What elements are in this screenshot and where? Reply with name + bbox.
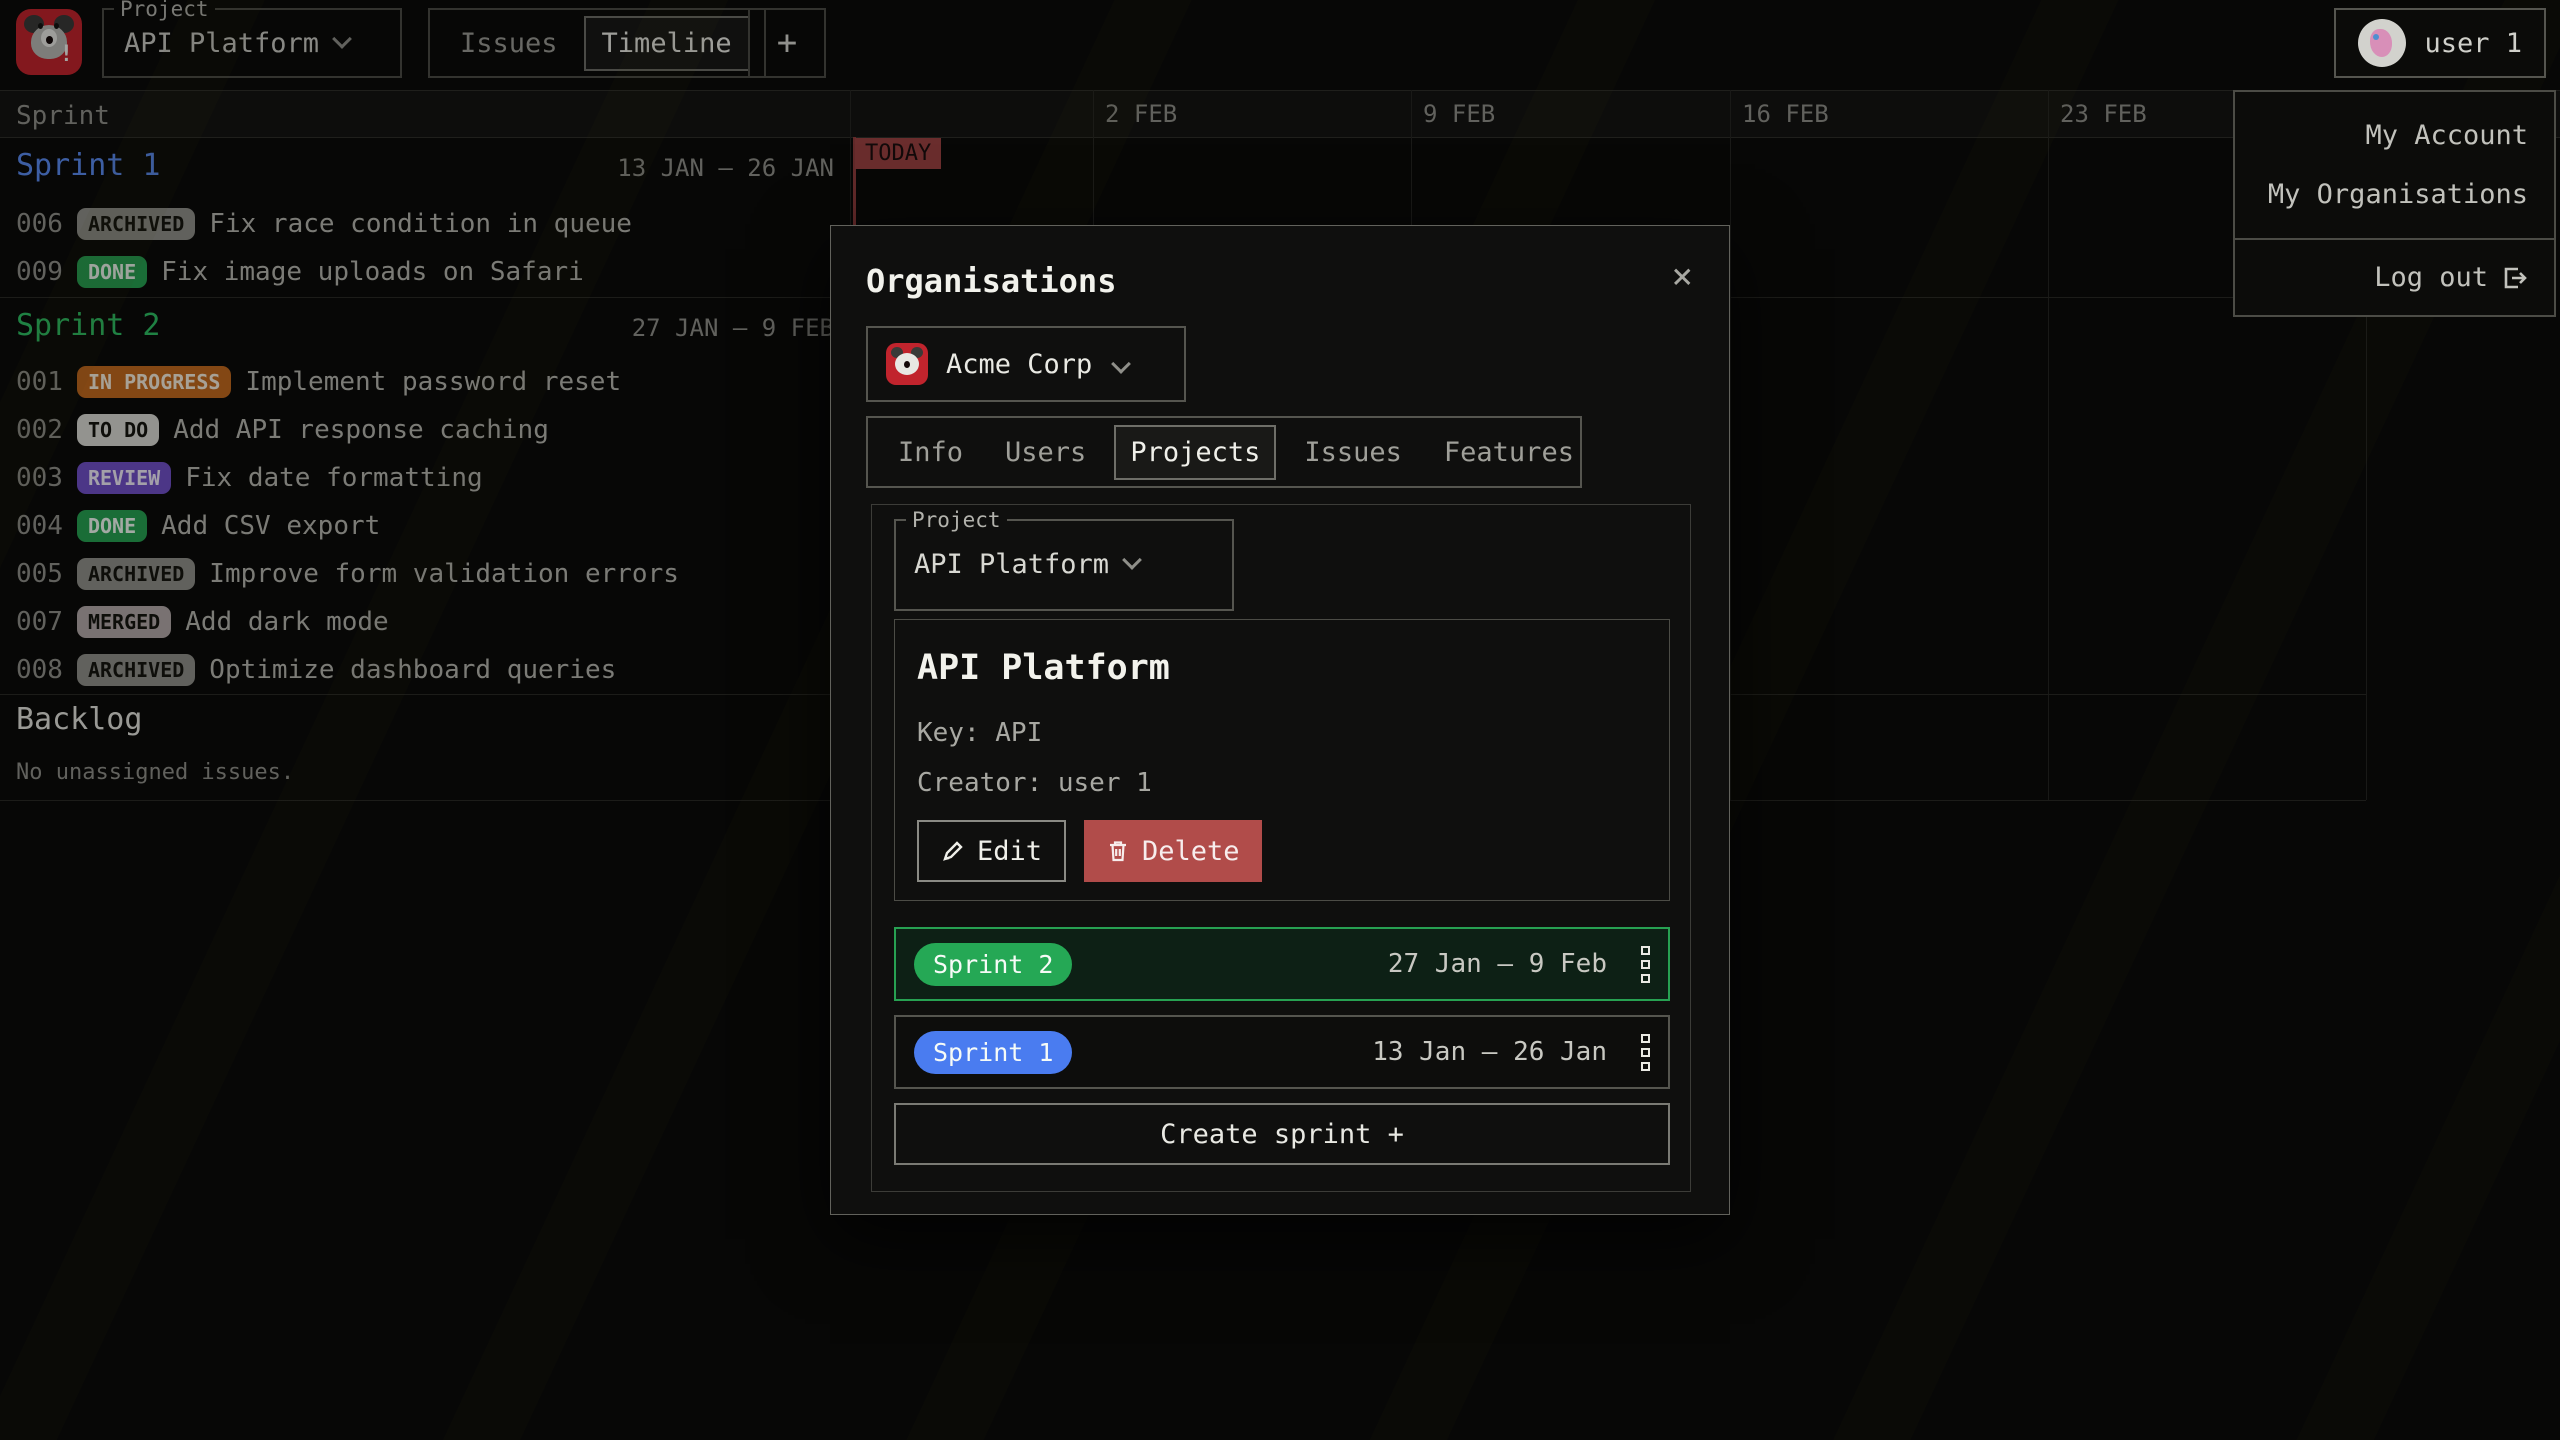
kebab-menu-icon[interactable] — [1641, 1034, 1650, 1071]
menu-item-my-account[interactable]: My Account — [2235, 106, 2554, 165]
pencil-icon — [941, 839, 965, 863]
kebab-menu-icon[interactable] — [1641, 946, 1650, 983]
user-name: user 1 — [2424, 28, 2522, 59]
delete-button[interactable]: Delete — [1084, 820, 1262, 882]
menu-item-my-organisations[interactable]: My Organisations — [2235, 165, 2554, 224]
project-card-title: API Platform — [917, 648, 1170, 688]
tab-projects[interactable]: Projects — [1114, 425, 1276, 480]
avatar — [2358, 19, 2406, 67]
sprint-dates: 13 Jan – 26 Jan — [1372, 1037, 1607, 1067]
organisations-modal: Organisations × Acme Corp Info Users Pro… — [830, 225, 1730, 1215]
modal-project-selector-label: Project — [906, 508, 1007, 532]
project-card: API Platform Key: API Creator: user 1 Ed… — [894, 619, 1670, 901]
chevron-down-icon — [1122, 550, 1142, 570]
tab-info[interactable]: Info — [884, 427, 977, 478]
trash-icon — [1106, 839, 1130, 863]
modal-title: Organisations — [866, 262, 1116, 300]
tab-users[interactable]: Users — [991, 427, 1100, 478]
chevron-down-icon — [1111, 354, 1131, 374]
logout-icon — [2502, 265, 2528, 291]
user-dropdown-menu: My Account My Organisations Log out — [2233, 90, 2556, 317]
sprint-pill: Sprint 2 — [914, 943, 1072, 986]
user-menu-button[interactable]: user 1 — [2334, 8, 2546, 78]
create-sprint-button[interactable]: Create sprint + — [894, 1103, 1670, 1165]
sprint-list-item[interactable]: Sprint 1 13 Jan – 26 Jan — [894, 1015, 1670, 1089]
sprint-pill: Sprint 1 — [914, 1031, 1072, 1074]
modal-tabs: Info Users Projects Issues Features — [866, 416, 1582, 488]
edit-button[interactable]: Edit — [917, 820, 1066, 882]
organisation-logo-icon — [886, 343, 928, 385]
project-key: Key: API — [917, 718, 1042, 748]
projects-tab-panel: Project API Platform API Platform Key: A… — [871, 504, 1691, 1192]
tab-issues[interactable]: Issues — [1290, 427, 1416, 478]
sprint-dates: 27 Jan – 9 Feb — [1388, 949, 1607, 979]
project-creator: Creator: user 1 — [917, 768, 1152, 798]
organisation-name: Acme Corp — [946, 349, 1092, 380]
modal-project-selector-value: API Platform — [914, 549, 1139, 580]
modal-project-selector[interactable]: Project API Platform — [894, 519, 1234, 611]
close-icon[interactable]: × — [1671, 256, 1693, 297]
tab-features[interactable]: Features — [1430, 427, 1588, 478]
menu-item-log-out[interactable]: Log out — [2235, 240, 2554, 315]
sprint-list-item[interactable]: Sprint 2 27 Jan – 9 Feb — [894, 927, 1670, 1001]
organisation-selector[interactable]: Acme Corp — [866, 326, 1186, 402]
